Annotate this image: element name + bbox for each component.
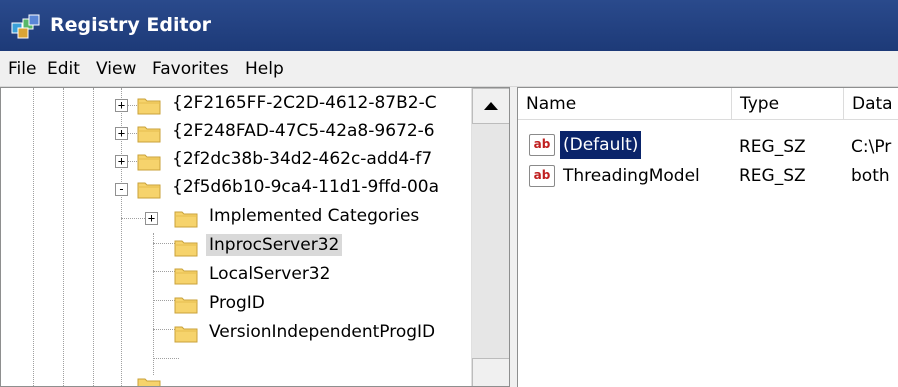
tree-node[interactable]: Implemented Categories (206, 205, 422, 227)
tree-node[interactable]: {2F248FAD-47C5-42a8-9672-6 (169, 120, 438, 142)
folder-icon (174, 297, 198, 314)
menu-bar: File Edit View Favorites Help (0, 51, 898, 87)
tree-node[interactable]: {2F2165FF-2C2D-4612-87B2-C (169, 92, 440, 114)
tree-guide-line (93, 88, 94, 386)
key-tree-pane[interactable]: + {2F2165FF-2C2D-4612-87B2-C + {2F248FAD… (0, 87, 510, 387)
tree-guide-line (33, 88, 34, 386)
menu-favorites[interactable]: Favorites (152, 59, 229, 79)
tree-node[interactable]: {2f2dc38b-34d2-462c-add4-f7 (169, 148, 435, 170)
scroll-up-button[interactable] (472, 88, 509, 124)
arrow-up-icon (484, 102, 498, 110)
tree-guide-line (63, 88, 64, 386)
tree-node[interactable]: VersionIndependentProgID (206, 321, 438, 343)
expand-icon[interactable]: + (115, 155, 128, 168)
menu-view[interactable]: View (96, 59, 136, 79)
folder-icon (137, 378, 161, 386)
folder-icon (174, 268, 198, 285)
value-data[interactable]: both (851, 162, 890, 190)
tree-node-selected[interactable]: InprocServer32 (206, 234, 343, 256)
string-value-icon: ab (529, 165, 555, 187)
expand-icon[interactable]: + (115, 127, 128, 140)
tree-guide-line (153, 358, 179, 359)
menu-file[interactable]: File (8, 59, 36, 79)
column-header-name[interactable]: Name (518, 88, 732, 120)
value-name-selected[interactable]: (Default) (558, 130, 643, 160)
folder-icon (174, 326, 198, 343)
tree-guide-line (153, 233, 154, 375)
window-title: Registry Editor (50, 14, 211, 36)
expand-icon[interactable]: + (115, 99, 128, 112)
expand-icon[interactable]: + (145, 212, 158, 225)
value-name[interactable]: ThreadingModel (563, 162, 700, 190)
folder-icon (137, 98, 161, 115)
registry-icon (11, 14, 40, 39)
title-bar: Registry Editor (0, 0, 898, 51)
value-type[interactable]: REG_SZ (739, 133, 806, 161)
folder-icon (174, 211, 198, 228)
values-pane[interactable]: Name Type Data ab (Default) REG_SZ C:\Pr… (517, 87, 898, 387)
tree-node[interactable]: {2f5d6b10-9ca4-11d1-9ffd-00a (169, 176, 442, 198)
value-data[interactable]: C:\Pr (851, 133, 891, 161)
scroll-down-button[interactable] (472, 358, 509, 386)
menu-edit[interactable]: Edit (47, 59, 80, 79)
collapse-icon[interactable]: - (115, 183, 128, 196)
folder-icon (174, 240, 198, 257)
column-header-data[interactable]: Data (844, 88, 898, 120)
tree-guide-line (121, 218, 147, 219)
folder-icon (137, 154, 161, 171)
folder-open-icon (137, 182, 161, 199)
tree-node[interactable]: ProgID (206, 292, 268, 314)
folder-icon (137, 126, 161, 143)
tree-scrollbar[interactable] (471, 88, 509, 386)
string-value-icon: ab (529, 134, 555, 156)
menu-help[interactable]: Help (245, 59, 284, 79)
value-type[interactable]: REG_SZ (739, 162, 806, 190)
column-header-type[interactable]: Type (732, 88, 844, 120)
tree-node[interactable]: LocalServer32 (206, 263, 333, 285)
